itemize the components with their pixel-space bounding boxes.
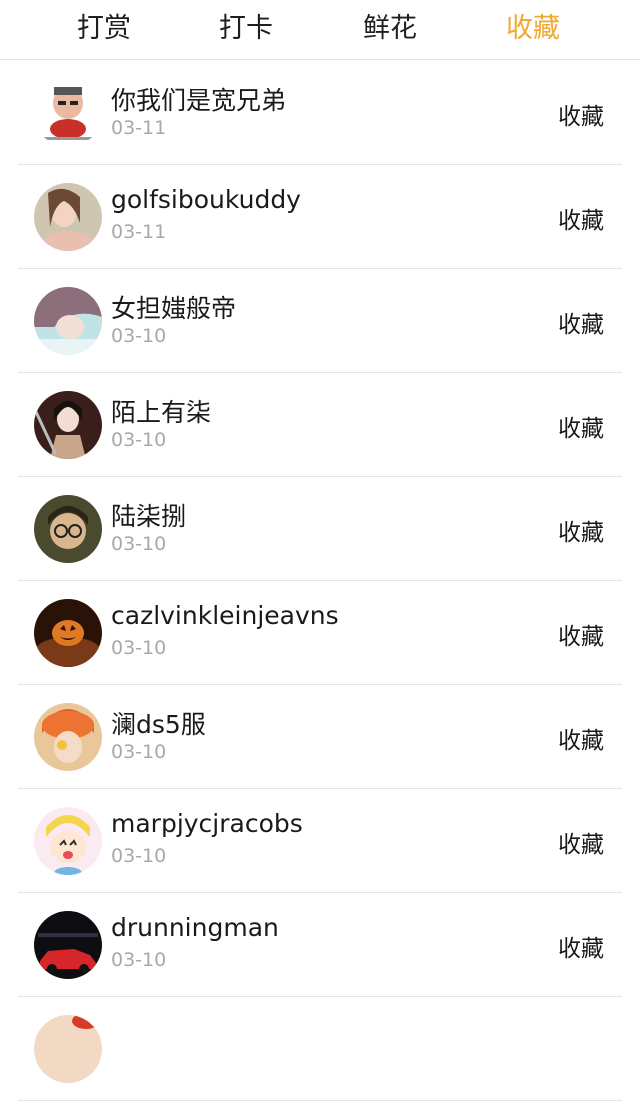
tab-flowers[interactable]: 鲜花 <box>330 0 450 59</box>
favorite-button[interactable]: 收藏 <box>558 305 604 339</box>
list-item[interactable]: 陌上有柒 03-10 收藏 <box>0 373 640 477</box>
date: 03-10 <box>111 325 167 347</box>
favorite-button[interactable]: 收藏 <box>558 825 604 859</box>
tab-checkin[interactable]: 打卡 <box>186 0 306 59</box>
favorite-button[interactable]: 收藏 <box>558 409 604 443</box>
favorite-button[interactable]: 收藏 <box>558 721 604 755</box>
list-item[interactable]: golfsiboukuddy 03-11 收藏 <box>0 165 640 269</box>
username: 陌上有柒 <box>111 398 212 427</box>
tab-reward[interactable]: 打赏 <box>44 0 164 59</box>
username: cazlvinkleinjeavns <box>111 601 339 630</box>
favorite-button[interactable]: 收藏 <box>558 201 604 235</box>
list-item[interactable]: 澜ds5服 03-10 收藏 <box>0 685 640 789</box>
username: 澜ds5服 <box>111 710 206 739</box>
girl-anime-avatar[interactable] <box>34 287 102 355</box>
pumpkin-avatar[interactable] <box>34 599 102 667</box>
date: 03-11 <box>111 221 167 243</box>
red-car-avatar[interactable] <box>34 911 102 979</box>
username: golfsiboukuddy <box>111 185 301 214</box>
date: 03-10 <box>111 741 167 763</box>
username: 你我们是宽兄弟 <box>111 86 287 115</box>
orange-hat-girl-avatar[interactable] <box>34 703 102 771</box>
favorites-list: 你我们是宽兄弟 03-11 收藏 golfsiboukuddy 03-11 收藏… <box>0 61 640 1101</box>
favorite-button[interactable]: 收藏 <box>558 929 604 963</box>
date: 03-10 <box>111 533 167 555</box>
favorite-button[interactable]: 收藏 <box>558 97 604 131</box>
partial-avatar[interactable] <box>34 1015 102 1083</box>
woman-photo-avatar[interactable] <box>34 183 102 251</box>
date: 03-10 <box>111 637 167 659</box>
username: 女担媸般帝 <box>111 294 237 323</box>
list-item[interactable]: 陆柒捌 03-10 收藏 <box>0 477 640 581</box>
list-item[interactable]: marpjycjracobs 03-10 收藏 <box>0 789 640 893</box>
list-item[interactable]: 你我们是宽兄弟 03-11 收藏 <box>0 61 640 165</box>
favorite-button[interactable]: 收藏 <box>558 617 604 651</box>
date: 03-10 <box>111 949 167 971</box>
tab-favorites[interactable]: 收藏 <box>473 0 593 59</box>
date: 03-10 <box>111 429 167 451</box>
tab-bar: 打赏 打卡 鲜花 收藏 <box>0 0 640 60</box>
username: drunningman <box>111 913 279 942</box>
list-item[interactable]: drunningman 03-10 收藏 <box>0 893 640 997</box>
username: marpjycjracobs <box>111 809 303 838</box>
cartoon-man-avatar[interactable] <box>34 79 102 147</box>
blonde-cartoon-avatar[interactable] <box>34 807 102 875</box>
username: 陆柒捌 <box>111 502 187 531</box>
list-item-partial[interactable] <box>0 997 640 1101</box>
list-item[interactable]: 女担媸般帝 03-10 收藏 <box>0 269 640 373</box>
date: 03-10 <box>111 845 167 867</box>
glasses-anime-avatar[interactable] <box>34 495 102 563</box>
list-item[interactable]: cazlvinkleinjeavns 03-10 收藏 <box>0 581 640 685</box>
date: 03-11 <box>111 117 167 139</box>
warrior-anime-avatar[interactable] <box>34 391 102 459</box>
favorite-button[interactable]: 收藏 <box>558 513 604 547</box>
